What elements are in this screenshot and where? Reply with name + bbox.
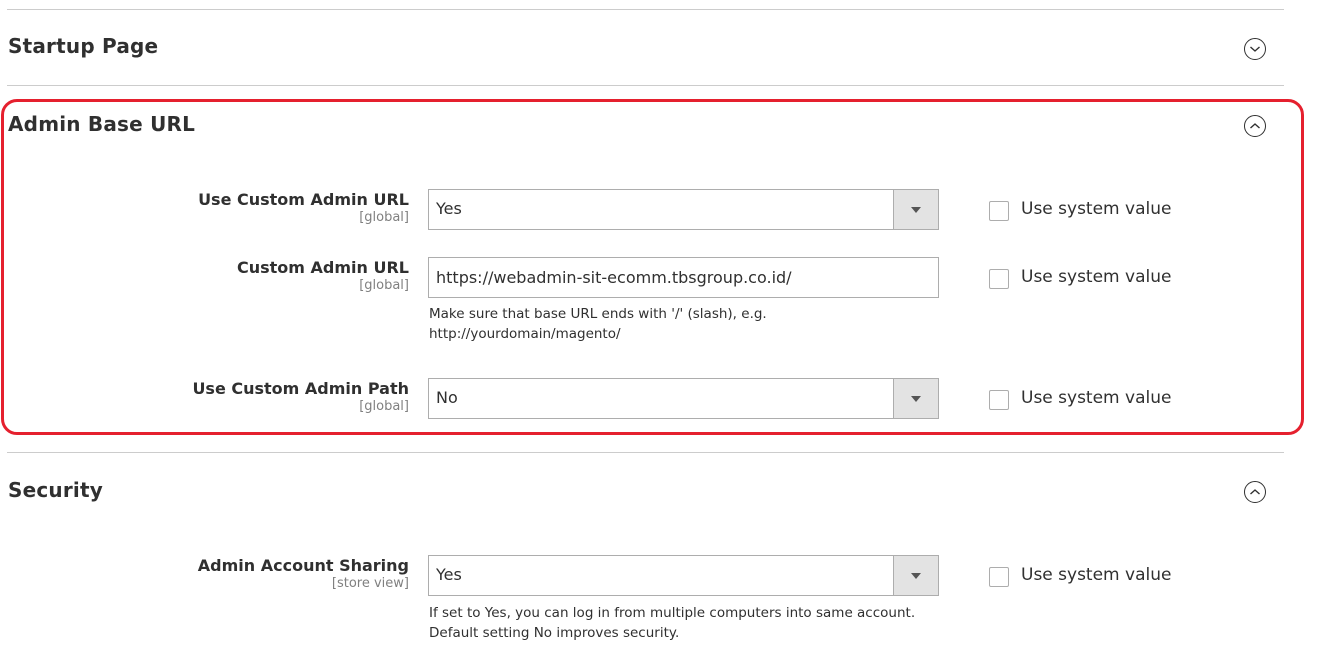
chevron-up-circle-icon[interactable] [1244, 115, 1266, 137]
field-scope: [global] [359, 278, 409, 293]
field-scope: [global] [359, 210, 409, 225]
chevron-up-circle-icon[interactable] [1244, 481, 1266, 503]
select-value: Yes [436, 199, 462, 218]
use-system-value-checkbox[interactable] [989, 390, 1009, 410]
use-system-value-label[interactable]: Use system value [1021, 565, 1171, 585]
admin-account-sharing-select[interactable]: Yes [428, 555, 939, 596]
dropdown-arrow-icon[interactable] [893, 379, 938, 418]
field-label: Use Custom Admin URL [198, 190, 409, 209]
use-system-value-checkbox[interactable] [989, 269, 1009, 289]
use-system-value-label[interactable]: Use system value [1021, 267, 1171, 287]
field-scope: [store view] [331, 576, 409, 591]
field-note-line: Default setting No improves security. [429, 625, 680, 641]
field-note-line: If set to Yes, you can log in from multi… [429, 605, 916, 621]
field-label: Custom Admin URL [237, 258, 409, 277]
field-note-line: Make sure that base URL ends with '/' (s… [429, 306, 767, 322]
dropdown-arrow-icon[interactable] [893, 190, 938, 229]
field-label: Admin Account Sharing [197, 556, 409, 575]
use-system-value-label[interactable]: Use system value [1021, 199, 1171, 219]
use-system-value-label[interactable]: Use system value [1021, 388, 1171, 408]
field-scope: [global] [359, 399, 409, 414]
select-value: No [436, 388, 458, 407]
custom-admin-url-input[interactable] [428, 257, 939, 298]
field-note-line: http://yourdomain/magento/ [429, 326, 621, 342]
section-title-startup-page[interactable]: Startup Page [8, 34, 158, 58]
use-custom-admin-url-select[interactable]: Yes [428, 189, 939, 230]
dropdown-arrow-icon[interactable] [893, 556, 938, 595]
use-custom-admin-path-select[interactable]: No [428, 378, 939, 419]
section-title-security[interactable]: Security [8, 478, 103, 502]
use-system-value-checkbox[interactable] [989, 201, 1009, 221]
field-note: If set to Yes, you can log in from multi… [429, 603, 915, 643]
field-label: Use Custom Admin Path [192, 379, 409, 398]
divider [7, 85, 1284, 86]
section-title-admin-base-url[interactable]: Admin Base URL [8, 112, 195, 136]
select-value: Yes [436, 565, 462, 584]
field-note: Make sure that base URL ends with '/' (s… [429, 304, 767, 344]
chevron-down-circle-icon[interactable] [1244, 38, 1266, 60]
divider [7, 9, 1284, 10]
use-system-value-checkbox[interactable] [989, 567, 1009, 587]
divider [7, 452, 1284, 453]
